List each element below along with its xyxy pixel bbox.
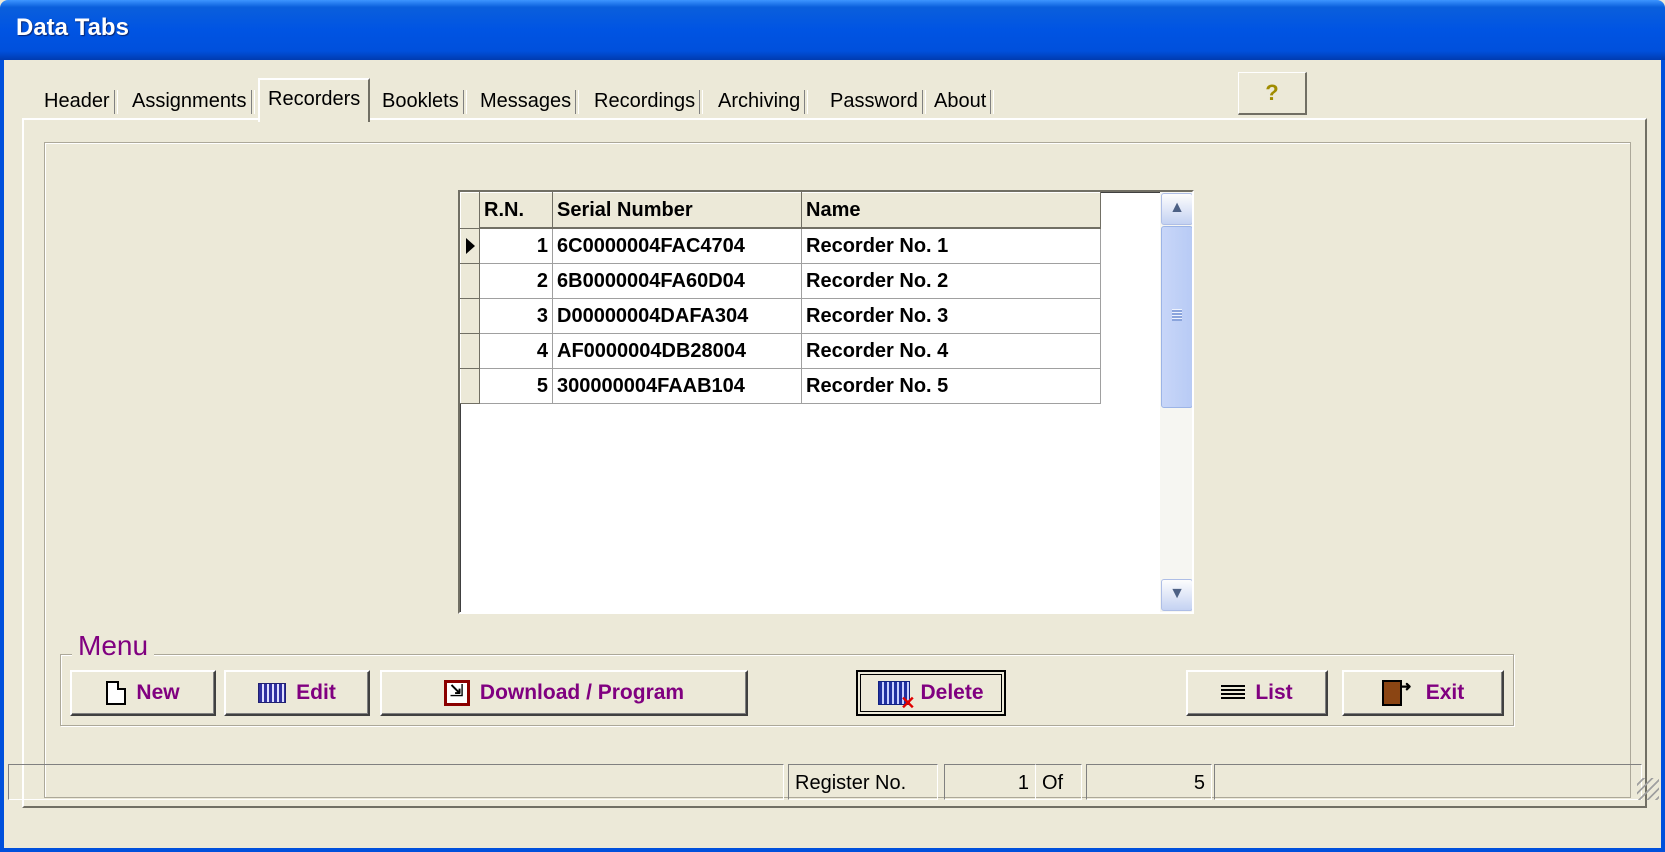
cell-name[interactable]: Recorder No. 4 [801, 333, 1101, 369]
cell-rn[interactable]: 3 [479, 298, 553, 334]
cell-name[interactable]: Recorder No. 2 [801, 263, 1101, 299]
download-program-button[interactable]: Download / Program [380, 670, 748, 716]
tab-header[interactable]: Header [36, 84, 118, 118]
table-row[interactable]: 4 AF0000004DB28004 Recorder No. 4 [460, 333, 1101, 369]
edit-button-label: Edit [296, 681, 336, 704]
status-total-records: 5 [1086, 764, 1212, 800]
vertical-scrollbar[interactable]: ▲ ▼ [1160, 192, 1192, 612]
status-current-record: 1 [944, 764, 1036, 800]
table-row[interactable]: 2 6B0000004FA60D04 Recorder No. 2 [460, 263, 1101, 299]
window-frame-right [1661, 60, 1665, 852]
exit-button-label: Exit [1425, 681, 1465, 704]
cell-rn[interactable]: 1 [479, 228, 553, 264]
recorders-table: R.N. Serial Number Name 1 6C0000004FAC47… [460, 192, 1101, 404]
status-of-label: Of [1036, 764, 1082, 800]
list-button[interactable]: List [1186, 670, 1328, 716]
download-icon [443, 680, 470, 706]
chevron-down-icon: ▼ [1169, 585, 1185, 602]
exit-door-icon [1381, 678, 1411, 706]
cell-rn[interactable]: 5 [479, 368, 553, 404]
column-header-rn[interactable]: R.N. [479, 192, 553, 229]
list-button-label: List [1255, 681, 1293, 704]
new-document-icon [106, 681, 127, 705]
cell-serial-number[interactable]: D00000004DAFA304 [552, 298, 802, 334]
resize-grip-icon[interactable] [1637, 778, 1659, 800]
window-title: Data Tabs [16, 14, 129, 41]
row-indicator[interactable] [460, 228, 480, 264]
tab-label: Booklets [382, 90, 459, 112]
cell-name[interactable]: Recorder No. 3 [801, 298, 1101, 334]
cell-serial-number[interactable]: AF0000004DB28004 [552, 333, 802, 369]
column-header-name[interactable]: Name [801, 192, 1101, 229]
list-icon [1221, 685, 1246, 701]
tab-archiving[interactable]: Archiving [710, 84, 809, 118]
window-frame-left [0, 60, 4, 852]
recorders-grid[interactable]: R.N. Serial Number Name 1 6C0000004FAC47… [458, 190, 1194, 614]
tab-label: Recorders [268, 88, 361, 110]
row-indicator[interactable] [460, 368, 480, 404]
download-button-label: Download / Program [479, 681, 685, 704]
menu-legend: Menu [72, 630, 155, 662]
cell-serial-number[interactable]: 300000004FAAB104 [552, 368, 802, 404]
tab-label: Header [44, 90, 110, 112]
tab-label: Recordings [594, 90, 696, 112]
scroll-up-button[interactable]: ▲ [1161, 193, 1192, 225]
status-bar-main [8, 764, 784, 800]
row-indicator[interactable] [460, 333, 480, 369]
help-button[interactable]: ? [1238, 72, 1307, 115]
tab-label: Archiving [718, 90, 801, 112]
title-bar[interactable]: Data Tabs [0, 0, 1665, 60]
tab-label: Password [830, 90, 918, 112]
table-row[interactable]: 3 D00000004DAFA304 Recorder No. 3 [460, 298, 1101, 334]
current-row-pointer-icon [465, 237, 475, 254]
table-header-row: R.N. Serial Number Name [460, 192, 1101, 229]
tab-recordings[interactable]: Recordings [586, 84, 704, 118]
tab-password[interactable]: Password [822, 84, 926, 118]
edit-button[interactable]: Edit [224, 670, 370, 716]
question-mark-icon: ? [1265, 80, 1279, 105]
delete-button[interactable]: Delete [856, 670, 1006, 716]
table-row[interactable]: 1 6C0000004FAC4704 Recorder No. 1 [460, 228, 1101, 264]
column-header-serial-number[interactable]: Serial Number [552, 192, 802, 229]
scroll-thumb[interactable] [1161, 226, 1192, 408]
tab-booklets[interactable]: Booklets [374, 84, 467, 118]
row-indicator[interactable] [460, 263, 480, 299]
tab-recorders[interactable]: Recorders [258, 78, 371, 122]
tab-label: About [934, 90, 987, 112]
tab-label: Messages [480, 90, 572, 112]
status-register-label: Register No. [788, 764, 938, 800]
tab-assignments[interactable]: Assignments [124, 84, 255, 118]
edit-icon [258, 683, 287, 703]
grip-icon [1172, 309, 1182, 321]
cell-rn[interactable]: 2 [479, 263, 553, 299]
cell-serial-number[interactable]: 6B0000004FA60D04 [552, 263, 802, 299]
scroll-down-button[interactable]: ▼ [1161, 579, 1192, 611]
tab-messages[interactable]: Messages [472, 84, 580, 118]
table-row[interactable]: 5 300000004FAAB104 Recorder No. 5 [460, 368, 1101, 404]
cell-name[interactable]: Recorder No. 5 [801, 368, 1101, 404]
window-frame-bottom [0, 848, 1665, 852]
row-indicator[interactable] [460, 298, 480, 334]
delete-button-label: Delete [920, 681, 984, 704]
delete-icon [878, 681, 915, 714]
exit-button[interactable]: Exit [1342, 670, 1504, 716]
cell-rn[interactable]: 4 [479, 333, 553, 369]
cell-name[interactable]: Recorder No. 1 [801, 228, 1101, 264]
new-button[interactable]: New [70, 670, 216, 716]
tab-about[interactable]: About [926, 84, 995, 118]
tab-label: Assignments [132, 90, 247, 112]
cell-serial-number[interactable]: 6C0000004FAC4704 [552, 228, 802, 264]
status-bar-spare [1214, 764, 1642, 800]
new-button-label: New [136, 681, 180, 704]
chevron-up-icon: ▲ [1169, 199, 1185, 216]
row-indicator-header [460, 192, 480, 229]
